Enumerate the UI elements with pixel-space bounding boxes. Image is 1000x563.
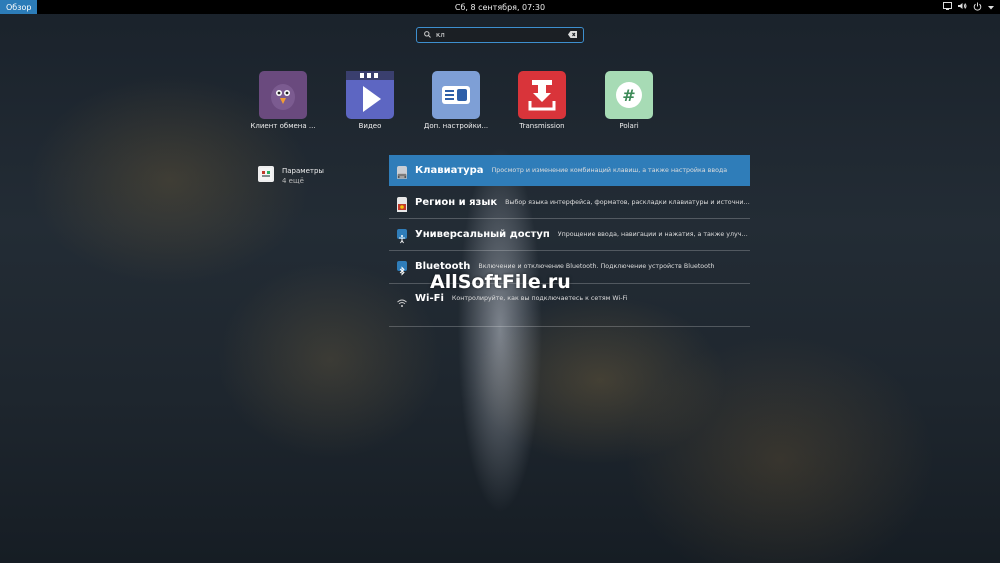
result-title: Клавиатура [415, 165, 484, 176]
volume-icon[interactable] [958, 2, 967, 12]
pidgin-icon [259, 71, 307, 119]
clear-search-icon[interactable] [568, 30, 577, 40]
result-description: Выбор языка интерфейса, форматов, раскла… [505, 198, 750, 206]
region-flag-icon [397, 197, 407, 212]
app-pidgin[interactable]: Клиент обмена ... [238, 71, 328, 130]
provider-name: Параметры [282, 167, 324, 175]
settings-app-icon [258, 166, 274, 182]
result-description: Просмотр и изменение комбинаций клавиш, … [491, 167, 728, 174]
search-icon [424, 30, 431, 40]
keyboard-icon [397, 165, 407, 179]
polari-icon: # [605, 71, 653, 119]
app-label: Доп. настройки... [423, 122, 489, 130]
divider [389, 250, 750, 251]
power-icon[interactable] [973, 2, 982, 13]
app-label: Клиент обмена ... [250, 122, 316, 130]
app-video[interactable]: Видео [325, 71, 415, 130]
result-description: Включение и отключение Bluetooth. Подклю… [478, 262, 715, 270]
search-input[interactable] [436, 31, 556, 39]
watermark: AllSoftFile.ru [430, 271, 571, 293]
activities-button[interactable]: Обзор [0, 0, 38, 14]
chevron-down-icon[interactable] [988, 3, 994, 12]
video-player-icon [346, 71, 394, 119]
app-transmission[interactable]: Transmission [497, 71, 587, 130]
result-keyboard[interactable]: Клавиатура Просмотр и изменение комбинац… [389, 155, 750, 186]
app-tweaks[interactable]: Доп. настройки... [411, 71, 501, 130]
transmission-icon [518, 71, 566, 119]
result-title: Bluetooth [415, 260, 471, 272]
search-box[interactable] [416, 27, 584, 43]
divider [389, 326, 750, 327]
result-description: Упрощение ввода, навигации и нажатия, а … [557, 230, 750, 238]
app-results: Клиент обмена ... Видео Доп. настройки..… [0, 71, 1000, 141]
divider [389, 218, 750, 219]
wifi-icon [397, 293, 407, 307]
result-description: Контролируйте, как вы подключаетесь к се… [451, 294, 628, 302]
system-tray[interactable] [943, 0, 994, 14]
app-polari[interactable]: # Polari [584, 71, 674, 130]
result-title: Универсальный доступ [415, 228, 550, 240]
result-title: Wi-Fi [415, 292, 444, 304]
top-bar: Обзор Сб, 8 сентября, 07:30 [0, 0, 1000, 14]
svg-text:#: # [622, 86, 635, 105]
app-label: Видео [358, 122, 382, 130]
search-provider-settings[interactable]: Параметры 4 ещё [258, 166, 324, 186]
bluetooth-icon [397, 261, 407, 276]
result-accessibility[interactable]: Универсальный доступ Упрощение ввода, на… [389, 218, 750, 250]
screen-icon[interactable] [943, 2, 952, 12]
tweaks-icon [432, 71, 480, 119]
result-region-language[interactable]: Регион и язык Выбор языка интерфейса, фо… [389, 186, 750, 218]
result-title: Регион и язык [415, 196, 498, 208]
accessibility-icon [397, 229, 407, 244]
app-label: Polari [619, 122, 639, 130]
app-label: Transmission [519, 122, 565, 130]
provider-more-count: 4 ещё [282, 177, 304, 185]
clock[interactable]: Сб, 8 сентября, 07:30 [0, 3, 1000, 12]
